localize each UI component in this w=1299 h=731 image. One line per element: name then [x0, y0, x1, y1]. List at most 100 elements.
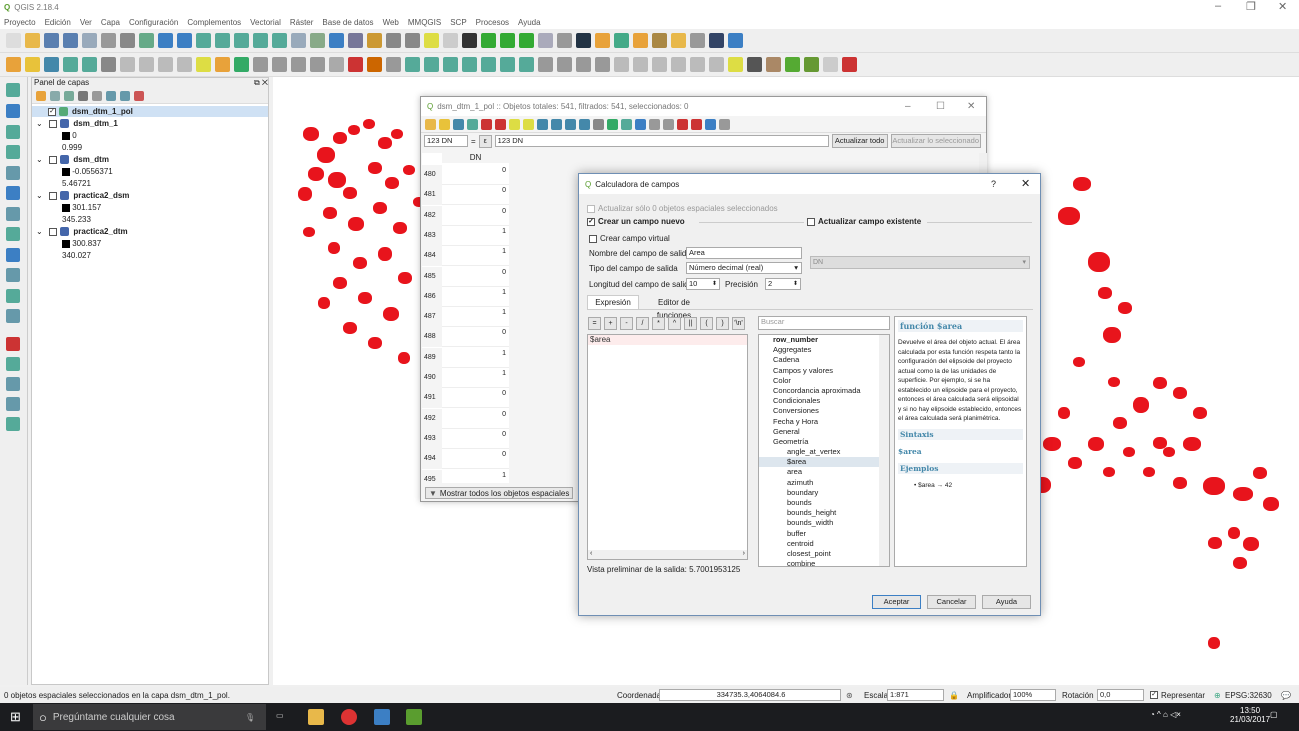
toolbar-button-icon[interactable] — [500, 33, 515, 48]
layer-tool-icon[interactable] — [6, 227, 20, 241]
toolbar-button-icon[interactable] — [158, 57, 173, 72]
row-header[interactable]: 491 — [422, 388, 442, 409]
toolbar-button-icon[interactable] — [234, 33, 249, 48]
table-tool-icon[interactable] — [691, 118, 702, 130]
expression-input[interactable]: 123 DN — [494, 135, 829, 147]
layer-tool-icon[interactable] — [6, 397, 20, 411]
collapse-arrow-icon[interactable]: ⌄ — [36, 227, 43, 236]
function-tree-item[interactable]: buffer — [759, 529, 889, 539]
layer-tool-icon[interactable] — [6, 337, 20, 351]
help-question-icon[interactable]: ? — [991, 179, 996, 189]
scale-select[interactable]: 1:871 — [887, 689, 944, 701]
menu-item[interactable]: Base de datos — [322, 18, 373, 27]
toolbar-button-icon[interactable] — [614, 33, 629, 48]
table-tool-icon[interactable] — [705, 118, 716, 130]
function-tree-item[interactable]: Color — [759, 376, 889, 386]
function-tree-item[interactable]: Campos y valores — [759, 366, 889, 376]
toolbar-button-icon[interactable] — [443, 33, 458, 48]
menu-item[interactable]: Capa — [101, 18, 120, 27]
toolbar-button-icon[interactable] — [177, 57, 192, 72]
toolbar-button-icon[interactable] — [747, 57, 762, 72]
function-tree-item[interactable]: boundary — [759, 488, 889, 498]
toolbar-button-icon[interactable] — [348, 33, 363, 48]
toolbar-button-icon[interactable] — [367, 33, 382, 48]
toolbar-button-icon[interactable] — [101, 33, 116, 48]
toolbar-button-icon[interactable] — [424, 33, 439, 48]
function-tree-item[interactable]: angle_at_vertex — [759, 447, 889, 457]
function-tree-item[interactable]: area — [759, 467, 889, 477]
layer-checkbox[interactable]: ✓ — [48, 107, 56, 116]
virtual-field-checkbox[interactable] — [589, 234, 597, 243]
layer-tool-icon[interactable] — [6, 125, 20, 139]
notifications-icon[interactable]: ▢ — [1270, 710, 1278, 719]
toolbar-button-icon[interactable] — [557, 57, 572, 72]
expression-editor[interactable]: $area ‹ › — [587, 334, 748, 560]
function-search-input[interactable]: Buscar — [758, 316, 890, 330]
update-existing-checkbox[interactable] — [807, 217, 815, 226]
toolbar-button-icon[interactable] — [405, 33, 420, 48]
crs-globe-icon[interactable]: ⊕ — [1214, 691, 1221, 700]
cancel-button[interactable]: Cancelar — [927, 595, 976, 609]
function-tree-item[interactable]: closest_point — [759, 549, 889, 559]
operator-button[interactable]: / — [636, 317, 649, 330]
operator-button[interactable]: ^ — [668, 317, 681, 330]
function-tree-item[interactable]: Conversiones — [759, 406, 889, 416]
function-tree[interactable]: row_number Aggregates Cadena Campos y valor… — [758, 334, 890, 567]
row-header[interactable]: 487 — [422, 307, 442, 328]
table-tool-icon[interactable] — [467, 118, 478, 130]
toolbar-button-icon[interactable] — [177, 33, 192, 48]
toolbar-button-icon[interactable] — [120, 33, 135, 48]
table-tool-icon[interactable] — [719, 118, 730, 130]
toolbar-button-icon[interactable] — [481, 33, 496, 48]
help-button[interactable]: Ayuda — [982, 595, 1031, 609]
table-tool-icon[interactable] — [453, 118, 464, 130]
toolbar-button-icon[interactable] — [652, 57, 667, 72]
function-tree-item[interactable]: Concordancia aproximada — [759, 386, 889, 396]
row-header[interactable]: 490 — [422, 368, 442, 388]
layer-row[interactable]: ⌄ practica2_dtm — [36, 226, 128, 237]
function-tree-item[interactable]: azimuth — [759, 478, 889, 488]
toolbar-button-icon[interactable] — [728, 33, 743, 48]
microphone-icon[interactable]: 🎙 — [245, 713, 255, 722]
table-tool-icon[interactable] — [509, 118, 520, 130]
toolbar-button-icon[interactable] — [348, 57, 363, 72]
table-cell[interactable]: 0 — [442, 449, 509, 470]
column-header[interactable]: DN — [442, 153, 509, 163]
toolbar-button-icon[interactable] — [272, 33, 287, 48]
maximize-icon[interactable]: ❐ — [1246, 0, 1256, 13]
toolbar-button-icon[interactable] — [215, 33, 230, 48]
table-cell[interactable]: 1 — [442, 348, 509, 368]
remove-layer-icon[interactable] — [134, 90, 144, 101]
layer-tool-icon[interactable] — [6, 207, 20, 221]
extents-icon[interactable]: ⊛ — [846, 691, 853, 700]
function-tree-item[interactable]: Condicionales — [759, 396, 889, 406]
toolbar-button-icon[interactable] — [614, 57, 629, 72]
table-tool-icon[interactable] — [649, 118, 660, 130]
toolbar-button-icon[interactable] — [576, 57, 591, 72]
taskbar-search-box[interactable]: ○ Pregúntame cualquier cosa 🎙 — [33, 704, 266, 730]
minimize-icon[interactable]: – — [905, 101, 911, 112]
row-header[interactable]: 481 — [422, 185, 442, 206]
update-all-button[interactable]: Actualizar todo — [831, 134, 888, 148]
table-tool-icon[interactable] — [635, 118, 646, 130]
row-header[interactable]: 493 — [422, 428, 442, 449]
toolbar-button-icon[interactable] — [462, 33, 477, 48]
table-tool-icon[interactable] — [677, 118, 688, 130]
menu-item[interactable]: Web — [383, 18, 399, 27]
function-tree-item[interactable]: $area — [759, 457, 889, 468]
toolbar-button-icon[interactable] — [519, 33, 534, 48]
menu-item[interactable]: SCP — [450, 18, 466, 27]
toolbar-button-icon[interactable] — [386, 57, 401, 72]
toolbar-button-icon[interactable] — [25, 57, 40, 72]
toolbar-button-icon[interactable] — [44, 33, 59, 48]
toolbar-button-icon[interactable] — [291, 57, 306, 72]
toolbar-button-icon[interactable] — [158, 33, 173, 48]
table-cell[interactable]: 0 — [442, 165, 509, 185]
chrome-icon[interactable] — [341, 709, 357, 725]
toolbar-button-icon[interactable] — [6, 57, 21, 72]
operator-button[interactable]: * — [652, 317, 665, 330]
function-tree-item[interactable]: row_number — [759, 335, 889, 345]
expand-icon[interactable] — [106, 90, 116, 101]
toolbar-button-icon[interactable] — [234, 57, 249, 72]
spinner-icon[interactable]: ⬍ — [793, 279, 798, 289]
